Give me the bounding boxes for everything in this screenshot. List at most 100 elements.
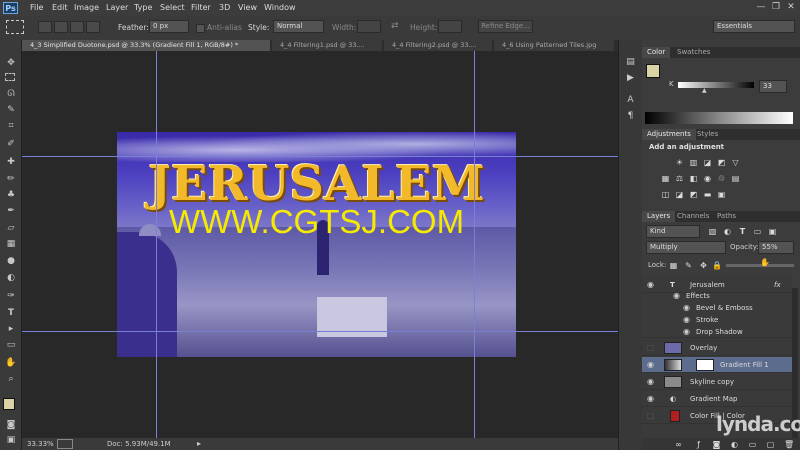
pen-tool-icon[interactable]: ✑	[5, 291, 17, 302]
foreground-color-swatch[interactable]	[3, 398, 15, 410]
visibility-eye-icon[interactable]: ◉	[672, 290, 681, 302]
history-brush-tool-icon[interactable]: ✒	[5, 206, 17, 217]
guide-vertical-2[interactable]	[474, 51, 475, 438]
path-select-tool-icon[interactable]: ▸	[5, 324, 17, 335]
visibility-eye-icon[interactable]: ◉	[682, 302, 691, 314]
width-input[interactable]	[357, 20, 381, 33]
guide-vertical-1[interactable]	[156, 51, 157, 438]
intersect-selection-icon[interactable]	[86, 21, 100, 33]
layer-effect-row[interactable]: ◉ Bevel & Emboss	[642, 302, 792, 314]
channel-mixer-icon[interactable]: ♲	[717, 174, 726, 183]
tab-layers[interactable]: Layers	[642, 211, 676, 222]
actions-icon[interactable]: ▶	[624, 72, 637, 84]
guide-horizontal-1[interactable]	[22, 156, 618, 157]
threshold-icon[interactable]: ◩	[689, 190, 698, 199]
marquee-tool-preset-icon[interactable]	[6, 20, 24, 34]
menu-select[interactable]: Select	[160, 3, 185, 12]
blur-tool-icon[interactable]: ●	[5, 256, 17, 267]
lock-image-icon[interactable]: ✎	[684, 261, 693, 270]
hand-tool-icon[interactable]: ✋	[5, 358, 17, 369]
blend-mode-select[interactable]: Multiply	[646, 241, 726, 254]
history-icon[interactable]: ▤	[624, 56, 637, 68]
restore-icon[interactable]: ❐	[770, 2, 782, 13]
close-icon[interactable]: ✕	[785, 2, 797, 13]
filter-pixel-icon[interactable]: ▧	[708, 227, 717, 236]
menu-type[interactable]: Type	[134, 3, 152, 12]
gradient-map-icon[interactable]: ▬	[703, 190, 712, 199]
status-export-icon[interactable]	[57, 439, 73, 449]
curves-icon[interactable]: ◪	[703, 158, 712, 167]
clone-stamp-tool-icon[interactable]: ♣	[5, 190, 17, 201]
lasso-tool-icon[interactable]: ᘏ	[5, 89, 17, 100]
healing-brush-tool-icon[interactable]: ✚	[5, 157, 17, 168]
vibrance-icon[interactable]: ▽	[731, 158, 740, 167]
levels-icon[interactable]: ▥	[689, 158, 698, 167]
swap-icon[interactable]: ⇄	[391, 21, 399, 31]
layer-row[interactable]: ◉ Skyline copy	[642, 374, 792, 390]
zoom-level[interactable]: 33.33%	[27, 440, 54, 448]
style-select[interactable]: Normal	[273, 20, 324, 33]
color-foreground-swatch[interactable]	[646, 64, 660, 78]
layer-row-selected[interactable]: ◉ Gradient Fill 1	[642, 357, 792, 373]
k-value-input[interactable]: 33	[759, 80, 787, 93]
lock-position-icon[interactable]: ✥	[699, 261, 708, 270]
menu-image[interactable]: Image	[74, 3, 99, 12]
marquee-tool-icon[interactable]	[5, 73, 15, 81]
tab-4-4-filtering1[interactable]: 4_4 Filtering1.psd @ 33....	[272, 40, 382, 51]
menu-view[interactable]: View	[238, 3, 257, 12]
new-selection-icon[interactable]	[38, 21, 52, 33]
layer-effects-row[interactable]: ◉ Effects	[642, 290, 792, 302]
menu-edit[interactable]: Edit	[52, 3, 68, 12]
new-layer-icon[interactable]: ▢	[766, 440, 775, 449]
lock-all-icon[interactable]: 🔒	[712, 261, 722, 270]
link-layers-icon[interactable]: ∞	[674, 440, 683, 449]
invert-icon[interactable]: ◫	[661, 190, 670, 199]
black-white-icon[interactable]: ◧	[689, 174, 698, 183]
quick-mask-icon[interactable]: ◙	[5, 420, 17, 431]
character-icon[interactable]: A	[624, 94, 637, 106]
filter-adjustment-icon[interactable]: ◐	[723, 227, 732, 236]
feather-input[interactable]: 0 px	[149, 20, 189, 33]
visibility-off-icon[interactable]: □	[646, 408, 655, 424]
filter-type-icon[interactable]: T	[738, 227, 747, 236]
menu-file[interactable]: File	[30, 3, 43, 12]
posterize-icon[interactable]: ◪	[675, 190, 684, 199]
visibility-eye-icon[interactable]: ◉	[646, 391, 655, 407]
add-mask-icon[interactable]: ◙	[712, 440, 721, 449]
move-tool-icon[interactable]: ✥	[5, 58, 17, 69]
slider-handle-icon[interactable]: ▲	[702, 87, 707, 94]
new-adjustment-icon[interactable]: ◐	[730, 440, 739, 449]
k-slider-track[interactable]	[678, 82, 754, 88]
trash-icon[interactable]: 🗑	[784, 440, 794, 449]
workspace-select[interactable]: Essentials	[713, 20, 795, 33]
eyedropper-tool-icon[interactable]: ✐	[5, 139, 17, 150]
zoom-tool-icon[interactable]: ⌕	[5, 374, 17, 385]
layer-row[interactable]: □ Overlay	[642, 340, 792, 356]
color-lookup-icon[interactable]: ▤	[731, 174, 740, 183]
tab-styles[interactable]: Styles	[692, 129, 723, 140]
eraser-tool-icon[interactable]: ▱	[5, 223, 17, 234]
layer-filter-select[interactable]: Kind	[646, 225, 700, 238]
visibility-eye-icon[interactable]: ◉	[646, 357, 655, 373]
menu-window[interactable]: Window	[264, 3, 296, 12]
layer-effect-row[interactable]: ◉ Drop Shadow	[642, 326, 792, 338]
dodge-tool-icon[interactable]: ◐	[5, 273, 17, 284]
tab-4-3-simplified-duotone[interactable]: 4_3 Simplified Duotone.psd @ 33.3% (Grad…	[22, 40, 270, 51]
antialias-checkbox[interactable]	[196, 24, 205, 33]
menu-3d[interactable]: 3D	[219, 3, 230, 12]
filter-smart-object-icon[interactable]: ▣	[768, 227, 777, 236]
color-ramp[interactable]	[645, 112, 793, 124]
tab-swatches[interactable]: Swatches	[672, 47, 715, 58]
screen-mode-icon[interactable]: ▣	[5, 435, 17, 446]
lock-transparent-icon[interactable]: ▦	[669, 261, 678, 270]
visibility-eye-icon[interactable]: ◉	[646, 374, 655, 390]
exposure-icon[interactable]: ◩	[717, 158, 726, 167]
visibility-off-icon[interactable]: □	[646, 340, 655, 356]
menu-layer[interactable]: Layer	[106, 3, 128, 12]
menu-filter[interactable]: Filter	[191, 3, 211, 12]
type-tool-icon[interactable]: T	[5, 308, 17, 319]
tab-adjustments[interactable]: Adjustments	[642, 129, 696, 140]
status-arrow-icon[interactable]: ▸	[197, 439, 201, 448]
visibility-eye-icon[interactable]: ◉	[682, 314, 691, 326]
gradient-tool-icon[interactable]: ▦	[5, 239, 17, 250]
